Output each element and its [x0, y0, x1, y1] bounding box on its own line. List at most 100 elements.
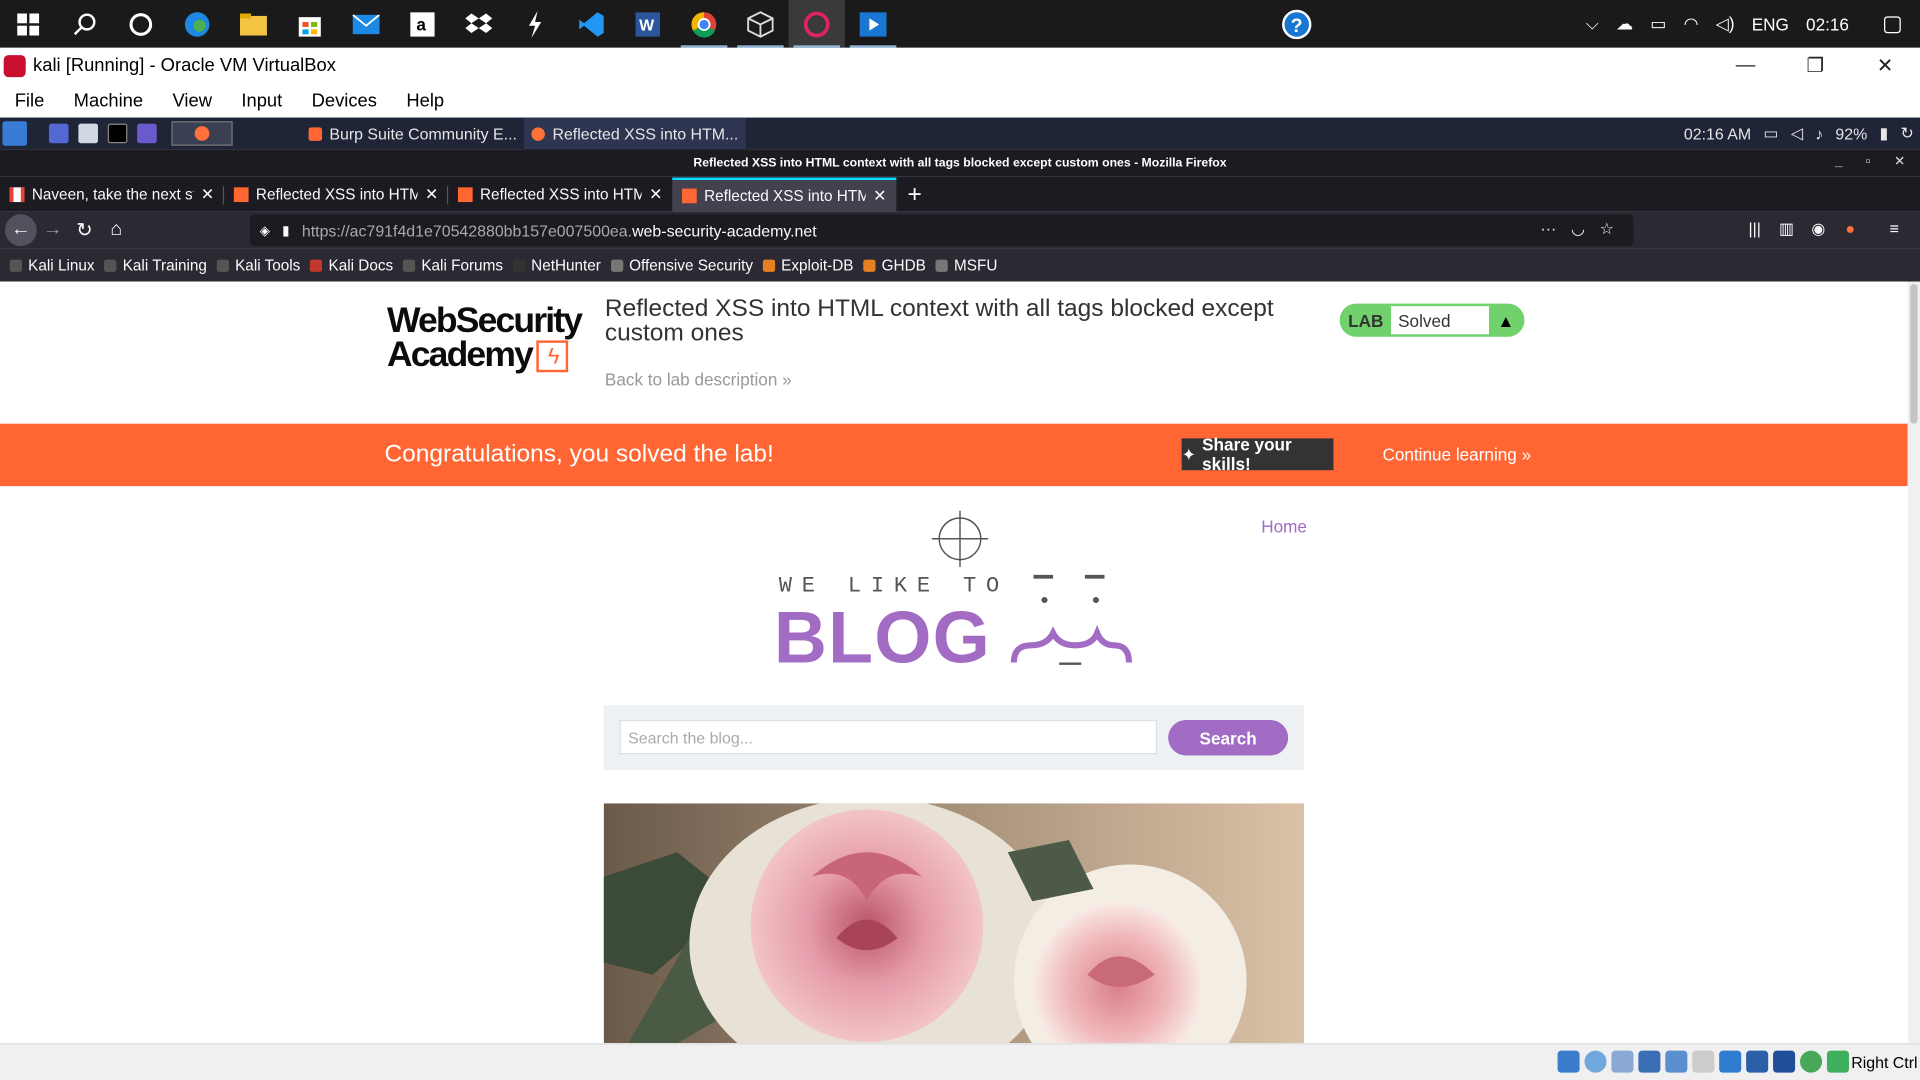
- home-button[interactable]: ⌂: [100, 214, 132, 246]
- word-icon[interactable]: W: [620, 0, 676, 48]
- notifications-icon[interactable]: ▢: [1882, 11, 1903, 37]
- network-icon[interactable]: [1638, 1050, 1661, 1073]
- display-icon[interactable]: ▭: [1763, 124, 1778, 144]
- blog-post-image-roses[interactable]: [603, 803, 1305, 1044]
- lock-icon[interactable]: ▮: [1880, 124, 1889, 144]
- vscode-icon[interactable]: [563, 0, 619, 48]
- firefox-window-controls[interactable]: _ ▫ ✕: [1835, 153, 1915, 169]
- bell-icon[interactable]: ♪: [1815, 124, 1823, 142]
- bookmark-offensive-security[interactable]: Offensive Security: [610, 257, 753, 274]
- menu-file[interactable]: File: [0, 90, 59, 111]
- mail-icon[interactable]: [338, 0, 394, 48]
- page-actions-icon[interactable]: ···: [1540, 219, 1556, 239]
- bookmark-kali-docs[interactable]: Kali Docs: [310, 257, 393, 274]
- page-scrollbar[interactable]: [1907, 281, 1920, 1044]
- video-app-icon[interactable]: [845, 0, 901, 48]
- burp-taskbar-icon[interactable]: [507, 0, 563, 48]
- mouse-integration-icon[interactable]: [1800, 1050, 1823, 1073]
- minimize-button[interactable]: —: [1711, 48, 1781, 84]
- bookmark-kali-forums[interactable]: Kali Forums: [402, 257, 503, 274]
- kali-task-firefox[interactable]: Reflected XSS into HTM...: [524, 117, 746, 150]
- account-icon[interactable]: ◉: [1802, 219, 1834, 239]
- web-security-academy-logo[interactable]: WebSecurity Academy ϟ: [387, 303, 583, 373]
- shared-folders-icon[interactable]: [1692, 1050, 1715, 1073]
- menu-input[interactable]: Input: [227, 90, 297, 111]
- close-tab-icon[interactable]: ✕: [649, 185, 662, 205]
- kali-task-burp[interactable]: Burp Suite Community E...: [301, 118, 524, 150]
- scrollbar-thumb[interactable]: [1910, 284, 1918, 424]
- share-skills-button[interactable]: ✦ Share your skills!: [1181, 435, 1334, 474]
- store-icon[interactable]: [282, 0, 338, 48]
- pocket-icon[interactable]: ◡: [1571, 219, 1585, 239]
- cortana-icon[interactable]: [113, 0, 169, 48]
- search-button[interactable]: Search: [1168, 720, 1289, 756]
- show-desktop-icon[interactable]: [48, 123, 69, 144]
- bookmark-star-icon[interactable]: ☆: [1600, 219, 1614, 239]
- tab-lab-active[interactable]: Reflected XSS into HTML ✕: [672, 177, 897, 212]
- hard-disk-icon[interactable]: [1557, 1050, 1580, 1073]
- search-icon[interactable]: [56, 0, 112, 48]
- restore-button[interactable]: ❐: [1780, 48, 1850, 84]
- padlock-icon[interactable]: ▮: [282, 222, 289, 238]
- home-link[interactable]: Home: [1261, 517, 1307, 537]
- chevron-up-icon[interactable]: ⌵: [1586, 13, 1599, 34]
- close-tab-icon[interactable]: ✕: [873, 186, 886, 206]
- library-icon[interactable]: |||: [1739, 219, 1771, 239]
- extension-icon[interactable]: ●: [1834, 219, 1866, 239]
- power-icon[interactable]: ↻: [1901, 124, 1914, 144]
- bookmark-kali-tools[interactable]: Kali Tools: [216, 257, 300, 274]
- amazon-icon[interactable]: a: [394, 0, 450, 48]
- volume-muted-icon[interactable]: ◁: [1791, 124, 1803, 144]
- bookmark-exploit-db[interactable]: Exploit-DB: [762, 257, 853, 274]
- battery-icon[interactable]: ▭: [1650, 13, 1666, 34]
- close-tab-icon[interactable]: ✕: [201, 185, 214, 205]
- close-tab-icon[interactable]: ✕: [425, 185, 438, 205]
- tab-lab-1[interactable]: Reflected XSS into HTML ✕: [224, 178, 449, 212]
- search-input[interactable]: Search the blog...: [619, 720, 1158, 755]
- chrome-icon[interactable]: [676, 0, 732, 48]
- kali-menu-icon[interactable]: [2, 121, 27, 146]
- new-tab-button[interactable]: +: [896, 178, 933, 212]
- bookmark-ghdb[interactable]: GHDB: [863, 257, 926, 274]
- cpu-icon[interactable]: [1773, 1050, 1796, 1073]
- dropbox-icon[interactable]: [451, 0, 507, 48]
- close-button[interactable]: ✕: [1850, 48, 1920, 84]
- audio-icon[interactable]: [1611, 1050, 1634, 1073]
- settings-icon[interactable]: [137, 123, 157, 144]
- wifi-icon[interactable]: ◠: [1684, 13, 1699, 34]
- firefox-launcher-icon[interactable]: [171, 121, 233, 146]
- language-indicator[interactable]: ENG: [1752, 14, 1789, 34]
- menu-machine[interactable]: Machine: [59, 90, 158, 111]
- display-settings-icon[interactable]: [1719, 1050, 1742, 1073]
- files-icon[interactable]: [78, 123, 98, 144]
- bookmark-kali-linux[interactable]: Kali Linux: [9, 257, 95, 274]
- back-to-description-link[interactable]: Back to lab description »: [605, 370, 792, 390]
- url-bar[interactable]: ◈ ▮ https://ac791f4d1e70542880bb157e0075…: [249, 214, 1634, 247]
- terminal-icon[interactable]: [107, 123, 128, 144]
- forward-button[interactable]: →: [37, 214, 69, 246]
- keyboard-icon[interactable]: [1826, 1050, 1849, 1073]
- menu-devices[interactable]: Devices: [297, 90, 392, 111]
- optical-drive-icon[interactable]: [1584, 1050, 1607, 1073]
- tab-lab-2[interactable]: Reflected XSS into HTML ✕: [448, 178, 672, 212]
- tab-gmail[interactable]: Naveen, take the next ste ✕: [0, 178, 225, 212]
- back-button[interactable]: ←: [4, 214, 37, 247]
- menu-help[interactable]: Help: [392, 90, 459, 111]
- onedrive-icon[interactable]: ☁: [1616, 13, 1633, 34]
- bookmark-msfu[interactable]: MSFU: [935, 257, 997, 274]
- usb-icon[interactable]: [1665, 1050, 1688, 1073]
- debian-vm-icon[interactable]: [788, 0, 845, 48]
- reload-button[interactable]: ↻: [69, 214, 101, 246]
- system-clock[interactable]: 02:16: [1806, 14, 1849, 34]
- edge-icon[interactable]: [169, 0, 225, 48]
- sidebar-icon[interactable]: ▥: [1771, 219, 1803, 239]
- virtualbox-icon[interactable]: [732, 0, 788, 48]
- file-explorer-icon[interactable]: [225, 0, 281, 48]
- menu-icon[interactable]: ≡: [1878, 219, 1910, 239]
- help-icon[interactable]: ?: [1269, 0, 1325, 48]
- shield-icon[interactable]: ◈: [260, 222, 270, 238]
- windows-start-icon[interactable]: [0, 0, 56, 48]
- continue-learning-link[interactable]: Continue learning »: [1382, 444, 1531, 464]
- volume-icon[interactable]: ◁): [1716, 13, 1735, 34]
- recording-icon[interactable]: [1746, 1050, 1769, 1073]
